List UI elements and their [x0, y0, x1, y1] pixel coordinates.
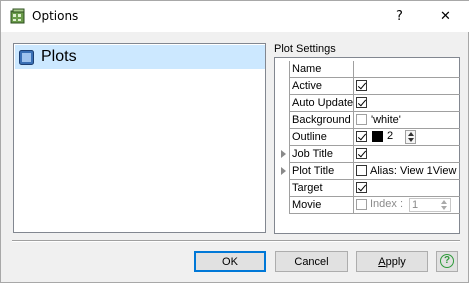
- close-button[interactable]: ✕: [423, 1, 468, 32]
- plot-title-checkbox[interactable]: [356, 165, 367, 176]
- row-outline: Outline 2: [289, 129, 460, 146]
- background-color-picker[interactable]: 'white': [354, 112, 460, 129]
- help-icon: ?: [396, 9, 403, 24]
- tree-item-label: Plots: [41, 48, 77, 65]
- close-icon: ✕: [440, 9, 451, 24]
- prop-name-label: Movie: [289, 197, 354, 214]
- apply-button-label: pply: [385, 255, 406, 268]
- app-icon: [10, 8, 25, 24]
- prop-name-label: Background: [289, 112, 354, 129]
- window-title: Options: [32, 9, 79, 23]
- tree-item-plots[interactable]: Plots: [15, 45, 265, 69]
- outline-width-value[interactable]: 2: [387, 130, 393, 142]
- expand-arrow-icon[interactable]: [281, 167, 286, 175]
- row-active: Active: [289, 78, 460, 95]
- chevron-down-icon: [441, 206, 447, 210]
- index-stepper[interactable]: 1: [409, 198, 451, 212]
- prop-name-label: Auto Update: [289, 95, 354, 112]
- row-plot-title: Plot Title Alias: View 1View 1: [281, 163, 460, 180]
- background-swatch: [356, 114, 367, 125]
- outline-width-stepper[interactable]: [405, 130, 416, 144]
- index-value: 1: [412, 199, 419, 211]
- expand-arrow-icon[interactable]: [281, 150, 286, 158]
- row-name: Name: [289, 61, 460, 78]
- prop-name-label: Plot Title: [289, 163, 354, 180]
- chevron-up-icon: [408, 132, 414, 136]
- row-job-title: Job Title: [281, 146, 460, 163]
- category-tree[interactable]: Plots: [13, 43, 266, 233]
- row-target: Target: [289, 180, 460, 197]
- help-title-button[interactable]: ?: [377, 1, 422, 32]
- name-field[interactable]: [354, 61, 460, 78]
- row-movie: Movie Index : 1: [289, 197, 460, 214]
- prop-name-label: Job Title: [289, 146, 354, 163]
- target-checkbox[interactable]: [356, 182, 367, 193]
- chevron-up-icon: [441, 200, 447, 204]
- auto-update-checkbox[interactable]: [356, 97, 367, 108]
- active-checkbox[interactable]: [356, 80, 367, 91]
- index-label: Index :: [370, 198, 404, 210]
- movie-checkbox[interactable]: [356, 199, 367, 210]
- prop-name-label: Name: [289, 61, 354, 78]
- cancel-button-label: Cancel: [294, 255, 329, 268]
- ok-button-label: OK: [222, 255, 238, 268]
- row-auto-update: Auto Update: [289, 95, 460, 112]
- plot-title-value[interactable]: Alias: View 1View 1: [370, 164, 460, 178]
- prop-name-label: Outline: [289, 129, 354, 146]
- title-bar: Options ? ✕: [1, 1, 469, 32]
- options-dialog: Options ? ✕ Plots Plot Settings Name Act…: [0, 0, 469, 283]
- question-circle-icon: ?: [440, 254, 454, 268]
- background-value: 'white': [371, 114, 401, 126]
- plot-settings-grid: Name Active Auto Update Background 'whit…: [274, 57, 460, 234]
- prop-name-label: Active: [289, 78, 354, 95]
- outline-checkbox[interactable]: [356, 131, 367, 142]
- cancel-button[interactable]: Cancel: [275, 251, 348, 272]
- row-background: Background 'white': [289, 112, 460, 129]
- separator: [12, 240, 460, 242]
- outline-color-swatch[interactable]: [372, 131, 383, 142]
- job-title-checkbox[interactable]: [356, 148, 367, 159]
- ok-button[interactable]: OK: [194, 251, 266, 272]
- plots-icon: [19, 50, 34, 65]
- help-button[interactable]: ?: [436, 251, 458, 272]
- chevron-down-icon: [408, 138, 414, 142]
- apply-mnemonic: A: [378, 255, 386, 268]
- index-spin-arrows[interactable]: [439, 199, 450, 211]
- plot-settings-heading: Plot Settings: [274, 43, 336, 55]
- apply-button[interactable]: Apply: [356, 251, 428, 272]
- prop-name-label: Target: [289, 180, 354, 197]
